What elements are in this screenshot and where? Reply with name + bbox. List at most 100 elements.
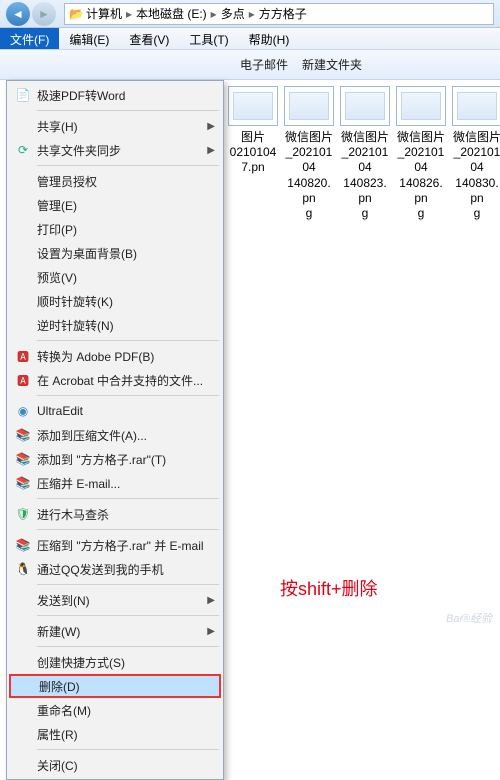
- menu-syncfolder[interactable]: ⟳ 共享文件夹同步 ▶: [9, 138, 221, 162]
- archive-icon: 📚: [15, 476, 31, 490]
- menu-label: 进行木马查杀: [37, 506, 109, 523]
- file-item[interactable]: 微信图片_20210104140830.png: [452, 86, 500, 221]
- menu-label: 管理(E): [37, 197, 77, 214]
- menu-label: 删除(D): [39, 678, 80, 695]
- content: 📄极速PDF转Word 共享(H) ▶ ⟳ 共享文件夹同步 ▶ 管理员授权 管理(E)…: [0, 80, 500, 634]
- menu-label: 管理员授权: [37, 173, 97, 190]
- menu-preview[interactable]: 预览(V): [9, 265, 221, 289]
- menu-view[interactable]: 查看(V): [119, 28, 179, 49]
- annotation-text: 按shift+删除: [280, 575, 378, 601]
- archive-icon: 📚: [15, 538, 31, 552]
- menu-label: 共享文件夹同步: [37, 142, 121, 159]
- thumbnail: [284, 86, 334, 126]
- menu-pdf2word[interactable]: 📄极速PDF转Word: [9, 83, 221, 107]
- menu-ultraedit[interactable]: ◉ UltraEdit: [9, 399, 221, 423]
- file-name: 图片02101047.pn: [228, 130, 278, 176]
- file-item[interactable]: 图片02101047.pn: [228, 86, 278, 221]
- menu-adobepdf[interactable]: 🅰转换为 Adobe PDF(B): [9, 344, 221, 368]
- menu-label: 共享(H): [37, 118, 78, 135]
- crumb-seg[interactable]: 方方格子: [259, 5, 307, 22]
- toolbar-email[interactable]: 电子邮件: [240, 56, 288, 73]
- app-icon: ◉: [15, 404, 31, 418]
- menu-zipemail[interactable]: 📚 压缩并 E-mail...: [9, 471, 221, 495]
- menu-help[interactable]: 帮助(H): [239, 28, 300, 49]
- forward-button[interactable]: ►: [32, 2, 56, 26]
- menu-label: 创建快捷方式(S): [37, 654, 125, 671]
- separator: [37, 340, 219, 341]
- back-button[interactable]: ◄: [6, 2, 30, 26]
- menu-close[interactable]: 关闭(C): [9, 753, 221, 777]
- menu-acrobat[interactable]: 🅰在 Acrobat 中合并支持的文件...: [9, 368, 221, 392]
- separator: [37, 749, 219, 750]
- menu-setbg[interactable]: 设置为桌面背景(B): [9, 241, 221, 265]
- file-name: 微信图片_20210104140823.png: [340, 130, 390, 221]
- menu-label: 压缩并 E-mail...: [37, 475, 120, 492]
- menu-manage[interactable]: 管理(E): [9, 193, 221, 217]
- breadcrumb[interactable]: 📂 计算机▸ 本地磁盘 (E:)▸ 多点▸ 方方格子: [64, 3, 494, 25]
- menu-label: 重命名(M): [37, 702, 91, 719]
- archive-icon: 📚: [15, 428, 31, 442]
- menu-label: 压缩到 "方方格子.rar" 并 E-mail: [37, 537, 204, 554]
- file-item[interactable]: 微信图片_20210104140823.png: [340, 86, 390, 221]
- toolbar-newfolder[interactable]: 新建文件夹: [302, 56, 362, 73]
- chevron-right-icon: ▸: [124, 7, 134, 21]
- separator: [37, 165, 219, 166]
- menu-delete[interactable]: 删除(D): [9, 674, 221, 698]
- menu-label: 新建(W): [37, 623, 80, 640]
- chevron-right-icon: ▶: [207, 121, 215, 132]
- file-name: 微信图片_20210104140820.png: [284, 130, 334, 221]
- chevron-right-icon: ▶: [207, 145, 215, 156]
- crumb-seg[interactable]: 多点: [221, 5, 245, 22]
- menu-trojan[interactable]: 🛡进行木马查杀: [9, 502, 221, 526]
- menu-label: 极速PDF转Word: [37, 87, 125, 104]
- menu-admin[interactable]: 管理员授权: [9, 169, 221, 193]
- folder-icon: 📂: [69, 7, 84, 21]
- menu-label: UltraEdit: [37, 404, 83, 418]
- menu-print[interactable]: 打印(P): [9, 217, 221, 241]
- menu-sendto[interactable]: 发送到(N)▶: [9, 588, 221, 612]
- sync-icon: ⟳: [15, 143, 31, 157]
- menu-rename[interactable]: 重命名(M): [9, 698, 221, 722]
- menu-shortcut[interactable]: 创建快捷方式(S): [9, 650, 221, 674]
- separator: [37, 584, 219, 585]
- menu-edit[interactable]: 编辑(E): [59, 28, 119, 49]
- separator: [37, 529, 219, 530]
- crumb-seg[interactable]: 本地磁盘 (E:): [136, 5, 207, 22]
- separator: [37, 110, 219, 111]
- menu-label: 在 Acrobat 中合并支持的文件...: [37, 372, 203, 389]
- menu-label: 设置为桌面背景(B): [37, 245, 137, 262]
- chevron-right-icon: ▶: [207, 626, 215, 637]
- menu-label: 通过QQ发送到我的手机: [37, 561, 164, 578]
- toolbar: 电子邮件 新建文件夹: [0, 50, 500, 80]
- menu-label: 逆时针旋转(N): [37, 317, 114, 334]
- menu-file[interactable]: 文件(F): [0, 28, 59, 49]
- menu-addarchive[interactable]: 📚 添加到压缩文件(A)...: [9, 423, 221, 447]
- file-item[interactable]: 微信图片_20210104140820.png: [284, 86, 334, 221]
- menu-label: 预览(V): [37, 269, 77, 286]
- menu-label: 转换为 Adobe PDF(B): [37, 348, 154, 365]
- chevron-right-icon: ▶: [207, 595, 215, 606]
- menu-share[interactable]: 共享(H) ▶: [9, 114, 221, 138]
- file-name: 微信图片_20210104140830.png: [452, 130, 500, 221]
- file-menu-dropdown: 📄极速PDF转Word 共享(H) ▶ ⟳ 共享文件夹同步 ▶ 管理员授权 管理(E)…: [6, 80, 224, 780]
- chevron-right-icon: ▸: [209, 7, 219, 21]
- separator: [37, 498, 219, 499]
- menu-label: 顺时针旋转(K): [37, 293, 113, 310]
- qq-icon: 🐧: [15, 562, 31, 576]
- menu-new[interactable]: 新建(W) ▶: [9, 619, 221, 643]
- menu-rotate-ccw[interactable]: 逆时针旋转(N): [9, 313, 221, 337]
- file-name: 微信图片_20210104140826.png: [396, 130, 446, 221]
- thumbnail: [228, 86, 278, 126]
- menu-label: 添加到压缩文件(A)...: [37, 427, 147, 444]
- menu-ziptoemail[interactable]: 📚 压缩到 "方方格子.rar" 并 E-mail: [9, 533, 221, 557]
- chevron-right-icon: ▸: [247, 7, 257, 21]
- menu-props[interactable]: 属性(R): [9, 722, 221, 746]
- menu-rotate-cw[interactable]: 顺时针旋转(K): [9, 289, 221, 313]
- crumb-seg[interactable]: 计算机: [86, 5, 122, 22]
- menu-qqsend[interactable]: 🐧 通过QQ发送到我的手机: [9, 557, 221, 581]
- menubar: 文件(F) 编辑(E) 查看(V) 工具(T) 帮助(H): [0, 28, 500, 50]
- menu-tools[interactable]: 工具(T): [179, 28, 238, 49]
- file-item[interactable]: 微信图片_20210104140826.png: [396, 86, 446, 221]
- thumbnail: [452, 86, 500, 126]
- menu-addto[interactable]: 📚添加到 "方方格子.rar"(T): [9, 447, 221, 471]
